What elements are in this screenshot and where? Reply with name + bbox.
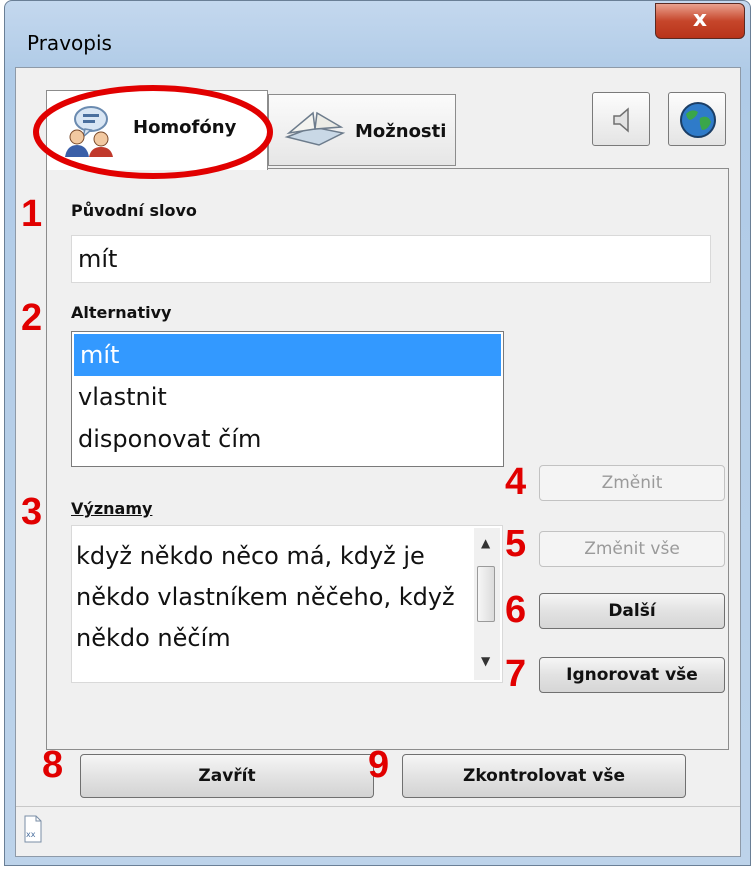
ignore-all-button[interactable]: Ignorovat vše: [539, 657, 725, 693]
language-button[interactable]: [668, 92, 726, 146]
meanings-value: když někdo něco má, když je někdo vlastn…: [76, 542, 455, 652]
window-title: Pravopis: [27, 31, 112, 55]
next-button[interactable]: Další: [539, 593, 725, 629]
annotation-8: 8: [42, 744, 64, 786]
tab-moznosti[interactable]: Možnosti: [268, 94, 456, 166]
speaker-icon: [610, 106, 634, 138]
close-window-button[interactable]: x: [655, 3, 745, 39]
original-word-value: mít: [78, 245, 118, 273]
document-icon: xx: [24, 815, 42, 847]
change-all-button[interactable]: Změnit vše: [539, 531, 725, 567]
meanings-label: Významy: [71, 499, 153, 518]
svg-text:xx: xx: [26, 830, 36, 839]
spellcheck-window: Pravopis x Homofóny Možnosti 1 Původní s…: [4, 0, 751, 866]
annotation-7: 7: [505, 653, 527, 695]
list-item[interactable]: disponovat čím: [72, 418, 503, 460]
highlight-circle: [33, 85, 273, 179]
globe-icon: [678, 100, 718, 144]
book-icon: [283, 107, 347, 152]
annotation-9: 9: [368, 744, 390, 786]
tab-strip: Homofóny Možnosti: [16, 68, 740, 179]
change-button[interactable]: Změnit: [539, 465, 725, 501]
annotation-5: 5: [505, 523, 527, 565]
list-item[interactable]: mít: [74, 334, 501, 376]
homofony-panel: 1 Původní slovo mít 2 Alternativy mít vl…: [21, 168, 729, 750]
scroll-up-icon[interactable]: ▲: [481, 536, 490, 550]
tab-label: Možnosti: [355, 121, 447, 142]
scroll-down-icon[interactable]: ▼: [481, 654, 490, 668]
scroll-thumb[interactable]: [477, 566, 495, 622]
alternatives-list[interactable]: mít vlastnit disponovat čím: [71, 331, 504, 467]
annotation-2: 2: [21, 297, 43, 339]
speaker-button[interactable]: [592, 92, 650, 146]
meanings-text[interactable]: když někdo něco má, když je někdo vlastn…: [71, 525, 503, 683]
alternatives-label: Alternativy: [71, 303, 172, 322]
original-word-field[interactable]: mít: [71, 235, 711, 283]
status-bar: xx: [16, 806, 740, 857]
check-all-button[interactable]: Zkontrolovat vše: [402, 754, 686, 798]
title-bar[interactable]: Pravopis x: [5, 1, 750, 67]
annotation-1: 1: [21, 193, 43, 235]
client-area: Homofóny Možnosti 1 Původní slovo mít 2 …: [15, 67, 741, 857]
annotation-3: 3: [21, 491, 43, 533]
original-word-label: Původní slovo: [71, 201, 197, 220]
meanings-scrollbar[interactable]: ▲ ▼: [474, 528, 500, 680]
annotation-6: 6: [505, 589, 527, 631]
list-item[interactable]: vlastnit: [72, 376, 503, 418]
annotation-4: 4: [505, 461, 527, 503]
close-button[interactable]: Zavřít: [80, 754, 374, 798]
